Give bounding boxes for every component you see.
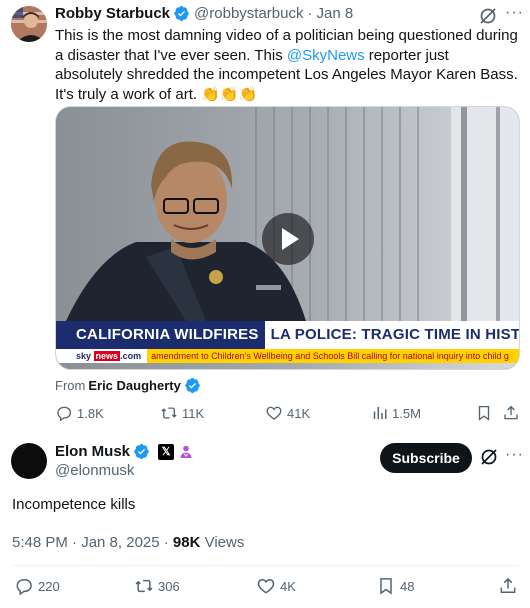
like-count: 41K: [287, 405, 311, 421]
bookmark-icon: [380, 578, 392, 595]
reply-button[interactable]: 220: [14, 576, 60, 596]
main-post-actions: 220 306 4K 48: [14, 576, 520, 598]
separator-dot: ·: [307, 5, 313, 22]
sky-news-logo: sky news .com: [56, 349, 148, 363]
share-button[interactable]: [498, 576, 522, 596]
news-ticker: sky news .com amendment to Children's Wel…: [56, 349, 519, 363]
from-label: From: [55, 378, 86, 393]
share-button[interactable]: [502, 404, 524, 422]
main-author-row: Elon Musk 𝕏: [55, 443, 194, 460]
subscribe-button[interactable]: Subscribe: [380, 443, 472, 473]
reply-icon: [16, 579, 32, 596]
repost-count: 306: [158, 578, 180, 594]
views-count: 98K: [172, 534, 201, 551]
post-date[interactable]: Jan 8: [316, 5, 353, 22]
bookmark-count: 48: [400, 578, 415, 594]
logo-sky: sky: [76, 351, 92, 361]
quoted-post-text: This is the most damning video of a poli…: [55, 26, 520, 104]
quoted-post-actions: 1.8K 11K 41K 1.5M: [55, 404, 520, 424]
repost-button[interactable]: 306: [134, 576, 180, 596]
avatar-photo-icon: [11, 6, 47, 42]
share-icon: [500, 577, 516, 593]
more-icon[interactable]: ···: [505, 4, 524, 22]
emoji: 👏👏👏: [201, 85, 258, 103]
reply-count: 1.8K: [77, 405, 104, 421]
author-handle[interactable]: @robbystarbuck: [194, 5, 303, 22]
author-handle[interactable]: @elonmusk: [55, 462, 134, 479]
avatar[interactable]: [11, 443, 47, 479]
logo-news: news: [93, 351, 121, 361]
views-icon: [373, 407, 387, 419]
banner-right: LA POLICE: TRAGIC TIME IN HISTORY: [264, 321, 519, 349]
bookmark-button[interactable]: [475, 404, 497, 422]
play-icon[interactable]: [262, 213, 314, 265]
repost-icon: [161, 407, 177, 419]
like-button[interactable]: 41K: [265, 404, 310, 422]
post-meta: 5:48 PM · Jan 8, 2025 · 98K Views: [12, 534, 244, 551]
quoted-post[interactable]: Robby Starbuck @robbystarbuck · Jan 8 ··…: [0, 0, 530, 430]
reply-icon: [57, 406, 72, 422]
verified-badge-icon: [185, 377, 200, 394]
bookmark-icon: [478, 405, 490, 421]
views-count: 1.5M: [392, 405, 421, 421]
author-name[interactable]: Robby Starbuck: [55, 5, 170, 22]
video-player[interactable]: CALIFORNIA WILDFIRES LA POLICE: TRAGIC T…: [55, 106, 520, 370]
avatar[interactable]: [11, 6, 47, 42]
grok-icon[interactable]: [478, 6, 498, 26]
divider: [12, 565, 518, 566]
repost-button[interactable]: 11K: [160, 404, 204, 422]
quoted-author-row: Robby Starbuck @robbystarbuck · Jan 8: [55, 5, 353, 22]
like-count: 4K: [280, 578, 296, 594]
video-source: From Eric Daugherty: [55, 377, 205, 394]
like-icon: [257, 578, 275, 594]
mention-link[interactable]: @SkyNews: [287, 47, 365, 64]
x-badge-icon[interactable]: 𝕏: [158, 443, 175, 460]
verified-badge-icon: [174, 5, 189, 22]
verified-badge-icon: [134, 443, 149, 460]
views-label: Views: [200, 534, 245, 551]
repost-icon: [135, 579, 153, 593]
post-time[interactable]: 5:48 PM · Jan 8, 2025 ·: [12, 534, 173, 551]
reply-button[interactable]: 1.8K: [55, 404, 104, 422]
logo-com: .com: [120, 351, 142, 361]
author-name[interactable]: Elon Musk: [55, 443, 130, 460]
news-banner: CALIFORNIA WILDFIRES LA POLICE: TRAGIC T…: [56, 321, 519, 349]
from-name[interactable]: Eric Daugherty: [88, 378, 180, 393]
reply-count: 220: [38, 578, 60, 594]
ticker-text: amendment to Children's Wellbeing and Sc…: [147, 349, 519, 363]
banner-left: CALIFORNIA WILDFIRES: [56, 321, 265, 349]
repost-count: 11K: [182, 405, 205, 421]
share-icon: [504, 405, 518, 420]
grok-icon[interactable]: [479, 447, 499, 467]
main-post-text: Incompetence kills: [12, 496, 136, 513]
affiliate-icon[interactable]: [178, 444, 194, 460]
more-icon[interactable]: ···: [505, 446, 524, 464]
bookmark-button[interactable]: 48: [376, 576, 414, 596]
like-button[interactable]: 4K: [256, 576, 296, 596]
like-icon: [266, 406, 282, 420]
views-button[interactable]: 1.5M: [370, 404, 421, 422]
